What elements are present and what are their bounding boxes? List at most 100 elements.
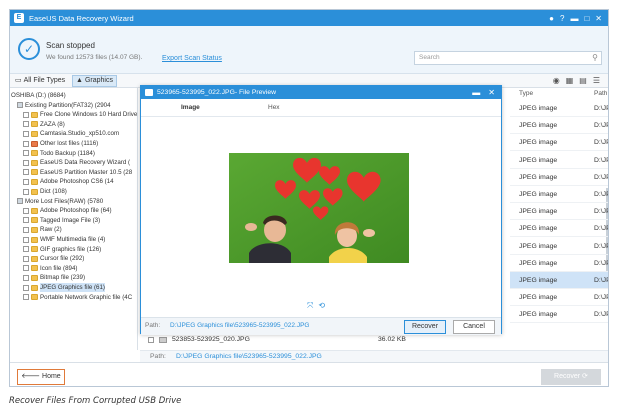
tree-item[interactable]: GIF graphics file (126): [23, 245, 101, 254]
tree-checkbox[interactable]: [23, 140, 29, 147]
export-scan-status-link[interactable]: Export Scan Status: [162, 55, 222, 62]
file-path: D:\JPE: [594, 122, 608, 130]
tree-checkbox[interactable]: [23, 226, 29, 233]
column-path[interactable]: Path: [594, 90, 607, 97]
tree-checkbox[interactable]: [17, 198, 23, 205]
tree-checkbox[interactable]: [23, 111, 29, 118]
tree-item[interactable]: Tagged Image File (3): [23, 216, 100, 225]
tree-checkbox[interactable]: [23, 188, 29, 195]
app-logo-icon: E: [14, 13, 24, 23]
table-row[interactable]: JPEG image D:\JPE: [510, 152, 608, 169]
table-row[interactable]: JPEG image D:\JPE: [510, 169, 608, 186]
close-icon[interactable]: ✕: [595, 14, 602, 23]
tree-item[interactable]: EaseUS Data Recovery Wizard (: [23, 158, 130, 167]
tree-item-label: Bitmap file (239): [40, 274, 86, 282]
table-row[interactable]: JPEG image D:\JPE: [510, 238, 608, 255]
minimize-icon[interactable]: ▬: [570, 14, 578, 23]
list-view-icon[interactable]: ☰: [593, 76, 600, 85]
fit-screen-icon[interactable]: ⤧: [307, 301, 313, 311]
tree-item[interactable]: Raw (2): [23, 225, 62, 234]
tree-item[interactable]: Portable Network Graphic file (4C: [23, 293, 132, 302]
file-type: JPEG image: [519, 191, 558, 198]
table-row[interactable]: JPEG image D:\JPE: [510, 306, 608, 324]
tab-graphics[interactable]: ▲ Graphics: [72, 75, 117, 87]
dialog-close-icon[interactable]: ✕: [488, 86, 495, 99]
file-type: JPEG image: [519, 259, 558, 267]
table-row[interactable]: JPEG image D:\JPE: [510, 117, 608, 135]
tree-item[interactable]: Todo Backup (1184): [23, 149, 95, 158]
help-icon[interactable]: ?: [560, 14, 564, 23]
table-row[interactable]: JPEG image D:\JPE: [510, 272, 608, 289]
tree-checkbox[interactable]: [23, 294, 29, 301]
tab-hex[interactable]: Hex: [268, 104, 280, 111]
file-type: JPEG image: [519, 311, 558, 319]
tree-item-label: Adobe Photoshop CS6 (14: [40, 178, 114, 186]
dialog-maximize-icon[interactable]: ▬: [472, 86, 480, 99]
tree-item[interactable]: Cursor file (292): [23, 254, 84, 263]
tree-item[interactable]: Adobe Photoshop CS6 (14: [23, 177, 114, 186]
tree-item-label: Adobe Photoshop file (64): [40, 207, 112, 215]
tree-item[interactable]: OSHIBA (D:) (8684): [11, 91, 66, 100]
tree-checkbox[interactable]: [23, 121, 29, 128]
tree-item[interactable]: Other lost files (1116): [23, 139, 98, 148]
tree-item[interactable]: Dict (108): [23, 187, 67, 196]
tree-checkbox[interactable]: [23, 265, 29, 272]
tree-checkbox[interactable]: [23, 255, 29, 262]
column-type[interactable]: Type: [519, 90, 533, 97]
tree-item[interactable]: Free Clone Windows 10 Hard Drive t: [23, 110, 137, 119]
thumbnail-view-icon[interactable]: ▤: [579, 76, 587, 85]
tree-checkbox[interactable]: [23, 236, 29, 243]
search-input[interactable]: Search ⚲: [414, 51, 602, 65]
tree-checkbox[interactable]: [23, 169, 29, 176]
tree-item[interactable]: Bitmap file (239): [23, 273, 85, 282]
tree-item-label: Cursor file (292): [40, 255, 85, 263]
tree-checkbox[interactable]: [23, 150, 29, 157]
tree-checkbox[interactable]: [23, 217, 29, 224]
tree-checkbox[interactable]: [23, 178, 29, 185]
dialog-title: 523965-523995_022.JPG- File Preview: [157, 89, 277, 96]
file-path: D:\JPE: [594, 259, 608, 267]
recover-button[interactable]: Recover ⟳: [541, 369, 601, 385]
table-row[interactable]: JPEG image D:\JPE: [510, 203, 608, 221]
tree-item[interactable]: JPEG Graphics file (61): [23, 283, 105, 292]
tab-all-file-types[interactable]: ▭ All File Types: [12, 75, 68, 87]
dialog-cancel-button[interactable]: Cancel: [453, 320, 495, 334]
grid-view-icon[interactable]: ▦: [566, 76, 574, 85]
tree-checkbox[interactable]: [23, 159, 29, 166]
preview-eye-icon[interactable]: ◉: [553, 76, 560, 85]
home-button[interactable]: 🡐 Home: [17, 369, 65, 385]
tree-checkbox[interactable]: [17, 102, 23, 109]
tree-item[interactable]: Icon file (894): [23, 264, 78, 273]
tree-checkbox[interactable]: [23, 207, 29, 214]
table-row[interactable]: JPEG image D:\JPE: [510, 289, 608, 307]
tree-checkbox[interactable]: [23, 130, 29, 137]
tree-item[interactable]: Camtasia.Studio_xp510.com: [23, 129, 119, 138]
table-row[interactable]: JPEG image D:\JPE: [510, 134, 608, 152]
search-icon[interactable]: ⚲: [592, 52, 598, 64]
footer-bar: 🡐 Home Recover ⟳: [10, 362, 608, 386]
tree-item[interactable]: Adobe Photoshop file (64): [23, 206, 112, 215]
tree-item[interactable]: WMF Multimedia file (4): [23, 235, 105, 244]
tree-checkbox[interactable]: [23, 274, 29, 281]
table-row[interactable]: JPEG image D:\JPE: [510, 186, 608, 203]
tab-image[interactable]: Image: [181, 104, 200, 111]
table-row[interactable]: JPEG image D:\JPE: [510, 220, 608, 238]
dialog-recover-button[interactable]: Recover: [404, 320, 446, 334]
table-row[interactable]: JPEG image D:\JPE: [510, 100, 608, 117]
rotate-icon[interactable]: ⟲: [318, 301, 325, 311]
feedback-icon[interactable]: ●: [549, 14, 554, 23]
file-path: D:\JPE: [594, 277, 608, 284]
tree-item[interactable]: EaseUS Partition Master 10.5 (28: [23, 168, 132, 177]
file-list: Type Path JPEG image D:\JPE JPEG image D:\J…: [510, 88, 608, 350]
preview-tabs: Image Hex: [141, 99, 501, 117]
tree-checkbox[interactable]: [23, 246, 29, 253]
table-row[interactable]: JPEG image D:\JPE: [510, 255, 608, 272]
file-name: 523853-523925_020.JPG: [172, 336, 250, 343]
tree-checkbox[interactable]: [23, 284, 29, 291]
app-window: E EaseUS Data Recovery Wizard ● ? ▬ □ ✕ …: [9, 9, 609, 387]
tree-item[interactable]: ZAZA (8): [23, 120, 65, 129]
tree-item[interactable]: More Lost Files(RAW) (5780: [17, 197, 103, 206]
maximize-icon[interactable]: □: [584, 14, 589, 23]
table-row[interactable]: 523853-523925_020.JPG 36.02 KB: [146, 334, 608, 346]
tree-item[interactable]: Existing Partition(FAT32) (2904: [17, 101, 111, 110]
